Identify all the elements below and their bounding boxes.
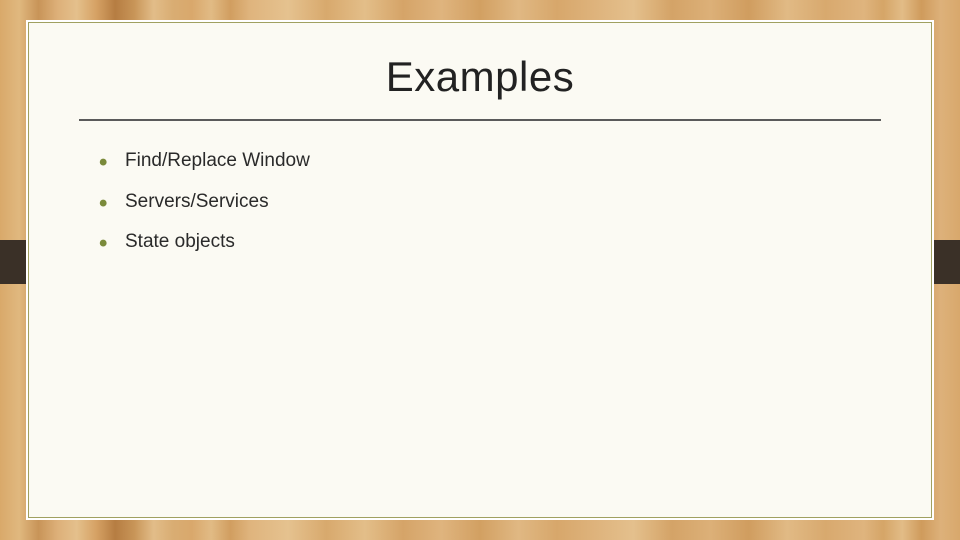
slide-card: Examples Find/Replace Window Servers/Ser… [26,20,934,520]
list-item: Servers/Services [99,190,881,215]
list-item: Find/Replace Window [99,149,881,174]
list-item: State objects [99,230,881,255]
left-edge-accent [0,240,26,284]
slide-title: Examples [79,53,881,101]
bullet-list: Find/Replace Window Servers/Services Sta… [79,149,881,255]
slide-inner-border: Examples Find/Replace Window Servers/Ser… [28,22,932,518]
right-edge-accent [934,240,960,284]
title-divider [79,119,881,121]
